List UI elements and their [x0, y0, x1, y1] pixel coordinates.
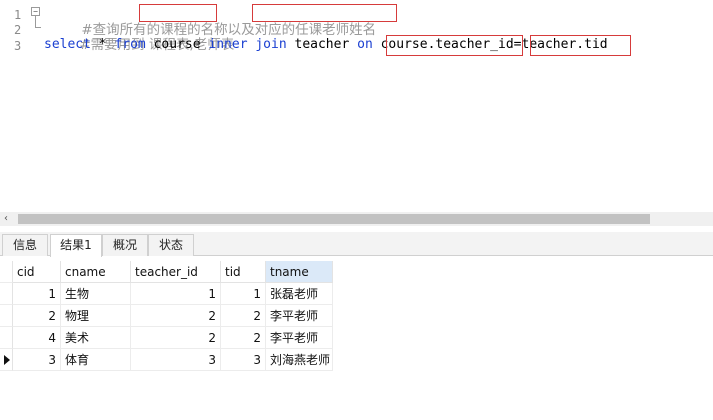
line-number-3: 3	[14, 39, 22, 53]
token-star: *	[90, 37, 115, 52]
keyword-on: on	[357, 37, 373, 52]
token-right-expr: teacher.tid	[521, 37, 608, 52]
line-number-gutter: 1 2 3	[0, 0, 30, 210]
cell-cid[interactable]: 1	[13, 283, 61, 305]
cell-tname[interactable]: 李平老师	[266, 305, 333, 327]
keyword-inner: inner	[208, 37, 248, 52]
cell-tname[interactable]: 刘海燕老师	[266, 349, 333, 371]
tab-result1[interactable]: 结果1	[50, 234, 102, 257]
keyword-select: select	[44, 37, 91, 52]
tab-info[interactable]: 信息	[2, 234, 48, 256]
column-header-tid[interactable]: tid	[221, 261, 266, 283]
cell-cid[interactable]: 2	[13, 305, 61, 327]
cell-tid[interactable]: 3	[221, 349, 266, 371]
code-line-3[interactable]: select * from course inner join teacher …	[44, 37, 608, 53]
column-header-cname[interactable]: cname	[61, 261, 131, 283]
editor-horizontal-scrollbar[interactable]: ‹	[0, 212, 713, 226]
result-grid[interactable]: cid cname teacher_id tid tname 1 生物 1 1 …	[0, 258, 713, 420]
fold-guide-end	[35, 27, 41, 28]
keyword-from: from	[114, 37, 146, 52]
cell-tid[interactable]: 2	[221, 327, 266, 349]
line-number-1: 1	[14, 8, 22, 22]
result-tab-bar: 信息 结果1 概况 状态	[0, 232, 713, 257]
tab-status[interactable]: 状态	[148, 234, 194, 256]
current-row-pointer-icon	[4, 355, 10, 365]
fold-toggle-icon[interactable]: −	[31, 7, 40, 16]
sql-editor[interactable]: 1 2 3 − #查询所有的课程的名称以及对应的任课老师姓名 #需要用到 课程表…	[0, 0, 713, 210]
token-course: course	[145, 37, 209, 52]
row-marker-current[interactable]	[0, 349, 13, 371]
header-corner	[0, 261, 13, 283]
column-header-tname[interactable]: tname	[266, 261, 333, 283]
cell-cname[interactable]: 体育	[61, 349, 131, 371]
token-equals: =	[513, 37, 522, 52]
row-marker[interactable]	[0, 283, 13, 305]
cell-tname[interactable]: 李平老师	[266, 327, 333, 349]
column-header-teacher-id[interactable]: teacher_id	[131, 261, 221, 283]
cell-teacher-id[interactable]: 3	[131, 349, 221, 371]
cell-teacher-id[interactable]: 2	[131, 305, 221, 327]
scrollbar-thumb[interactable]	[18, 214, 650, 224]
row-marker[interactable]	[0, 305, 13, 327]
code-line-2[interactable]: #需要用到 课程表,老师表	[48, 21, 234, 53]
token-left-expr: course.teacher_id	[380, 37, 514, 52]
code-line-1[interactable]: #查询所有的课程的名称以及对应的任课老师姓名	[50, 6, 376, 38]
cell-teacher-id[interactable]: 1	[131, 283, 221, 305]
keyword-join: join	[255, 37, 287, 52]
column-header-cid[interactable]: cid	[13, 261, 61, 283]
cell-tid[interactable]: 2	[221, 305, 266, 327]
scroll-left-icon[interactable]: ‹	[4, 213, 8, 224]
token-space-2	[373, 37, 381, 52]
cell-teacher-id[interactable]: 2	[131, 327, 221, 349]
cell-tname[interactable]: 张磊老师	[266, 283, 333, 305]
line-number-2: 2	[14, 23, 22, 37]
cell-cname[interactable]: 物理	[61, 305, 131, 327]
cell-cid[interactable]: 3	[13, 349, 61, 371]
token-teacher: teacher	[286, 37, 358, 52]
cell-cid[interactable]: 4	[13, 327, 61, 349]
cell-cname[interactable]: 美术	[61, 327, 131, 349]
cell-cname[interactable]: 生物	[61, 283, 131, 305]
tab-profile[interactable]: 概况	[102, 234, 148, 256]
cell-tid[interactable]: 1	[221, 283, 266, 305]
row-marker[interactable]	[0, 327, 13, 349]
